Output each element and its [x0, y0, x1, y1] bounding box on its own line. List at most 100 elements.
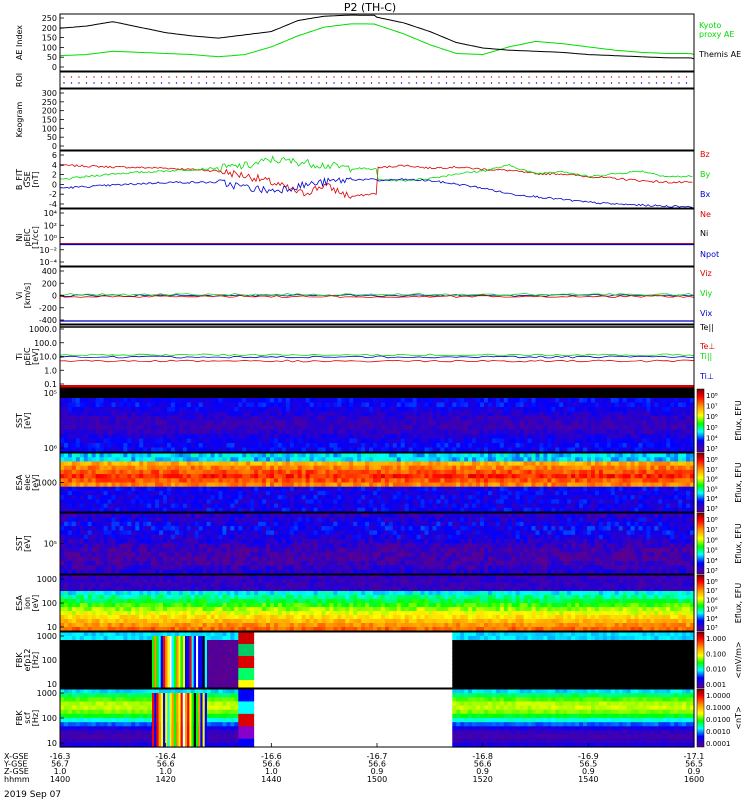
spectrogram-cell [547, 411, 552, 417]
spectrogram-cell [590, 482, 596, 488]
spectrogram-cell [357, 490, 362, 496]
spectrogram-cell [210, 503, 216, 509]
spectrogram-cell [60, 416, 65, 422]
spectrogram-cell [234, 407, 239, 413]
spectrogram-cell [503, 503, 509, 509]
spectrogram-cell [333, 389, 338, 395]
spectrogram-cell [428, 438, 434, 444]
spectrogram-cell [579, 474, 584, 479]
spectrogram-cell [147, 438, 152, 444]
spectrogram-cell [392, 393, 398, 399]
spectrogram-cell [670, 425, 675, 431]
spectrogram-cell [650, 482, 655, 488]
spectrogram-cell [75, 474, 81, 479]
spectrogram-cell [575, 429, 580, 435]
spectrogram-cell [83, 499, 89, 505]
spectrogram-cell [634, 503, 640, 509]
spectrogram-cell [638, 499, 644, 505]
spectrogram-cell [670, 453, 675, 458]
spectrogram-cell [321, 474, 327, 479]
spectrogram-cell [480, 429, 485, 435]
spectrogram-cell [480, 478, 485, 484]
spectrogram-cell [313, 503, 319, 509]
spectrogram-cell [658, 478, 663, 484]
spectrogram-cell [559, 393, 564, 399]
spectrogram-cell [598, 420, 604, 426]
spectrogram-cell [341, 490, 346, 496]
spectrogram-cell [63, 560, 69, 566]
spectrogram-cell [531, 482, 537, 488]
spectrogram-cell [670, 434, 675, 440]
spectrogram-cell [361, 393, 366, 399]
spectrogram-cell [575, 457, 580, 463]
spectrogram-cell [634, 402, 640, 408]
spectrogram-cell [238, 461, 243, 467]
spectrogram-cell [626, 438, 632, 444]
spectrogram-cell [341, 416, 346, 422]
spectrogram-cell [91, 474, 97, 479]
spectrogram-cell [115, 411, 121, 417]
spectrogram-cell [634, 438, 640, 444]
spectrogram-cell [250, 453, 255, 458]
spectrogram-cell [254, 420, 259, 426]
spectrogram-cell [277, 486, 283, 492]
spectrogram-cell [99, 543, 105, 549]
spectrogram-cell [182, 416, 188, 422]
spectrogram-cell [281, 407, 287, 413]
spectrogram-cell [305, 474, 311, 479]
spectrogram-cell [123, 469, 128, 475]
spectrogram-cell [174, 457, 180, 463]
spectrogram-cell [345, 474, 350, 479]
roi-dot [655, 76, 658, 78]
spectrogram-cell [650, 490, 655, 496]
spectrogram-cell [103, 411, 109, 417]
spectrogram-cell [658, 499, 663, 505]
spectrogram-cell [638, 503, 644, 509]
spectrogram-cell [123, 416, 128, 422]
spectrogram-cell [404, 411, 410, 417]
roi-dot [280, 76, 283, 78]
spectrogram-cell [460, 469, 465, 475]
spectrogram-cell [281, 490, 287, 496]
spectrogram-cell [361, 503, 366, 509]
spectrogram-cell [198, 420, 204, 426]
spectrogram-cell [166, 393, 172, 399]
spectrogram-cell [103, 478, 109, 484]
spectrogram-cell [357, 478, 362, 484]
spectrogram-cell [99, 552, 105, 558]
spectrogram-cell [289, 486, 295, 492]
spectrogram-cell [535, 482, 541, 488]
spectrogram-cell [416, 495, 422, 500]
spectrogram-cell [424, 453, 430, 458]
spectrogram-cell [297, 486, 303, 492]
spectrogram-cell [99, 443, 105, 449]
spectrogram-cell [202, 457, 208, 463]
spectrogram-cell [206, 402, 212, 408]
spectrogram-cell [583, 482, 588, 488]
spectrogram-cell [380, 434, 386, 440]
spectrogram-cell [682, 389, 687, 395]
spectrogram-cell [472, 425, 477, 431]
spectrogram-cell [483, 478, 489, 484]
spectrogram-cell [297, 457, 303, 463]
spectrogram-cell [67, 398, 73, 404]
spectrogram-cell [186, 411, 192, 417]
spectrogram-cell [103, 457, 109, 463]
spectrogram-cell [499, 486, 505, 492]
spectrogram-cell [222, 495, 228, 500]
spectrogram-cell [226, 503, 231, 509]
spectrogram-cell [277, 453, 283, 458]
spectrogram-cell [166, 469, 172, 475]
spectrogram-cell [380, 490, 386, 496]
spectrogram-cell [377, 429, 382, 435]
spectrogram-cell [392, 495, 398, 500]
spectrogram-cell [472, 478, 477, 484]
spectrogram-cell [281, 474, 287, 479]
spectrogram-cell [206, 411, 212, 417]
spectrogram-cell [507, 389, 513, 395]
spectrogram-cell [380, 438, 386, 444]
roi-dot [243, 82, 245, 84]
spectrogram-cell [182, 425, 188, 431]
spectrogram-cell [159, 465, 164, 471]
spectrogram-cell [317, 443, 323, 449]
